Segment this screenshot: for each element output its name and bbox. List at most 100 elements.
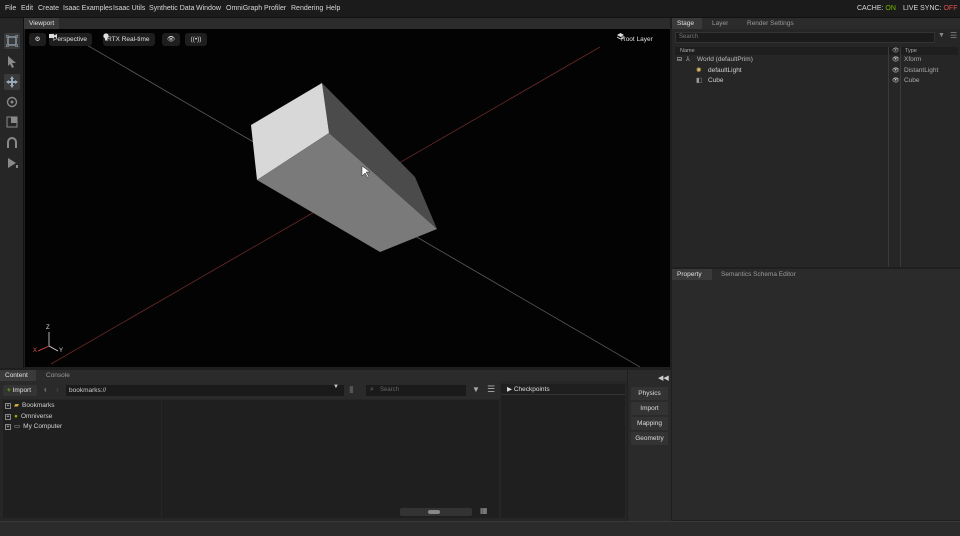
tab-content[interactable]: Content [0, 370, 36, 381]
viewport[interactable]: Z X Y ⚙ Perspective RTX Real-time 👁 ((•)… [25, 29, 670, 367]
plus-icon: + [7, 387, 11, 394]
camera-icon [49, 34, 57, 38]
collapse-icon[interactable]: ⊟ [677, 55, 682, 65]
stage-row-world[interactable]: ⊟ ⅄ World (defaultPrim) 👁 Xform [675, 55, 958, 65]
eye-icon: 👁 [166, 36, 176, 43]
menu-profiler[interactable]: Profiler [264, 5, 286, 12]
live-sync-status[interactable]: LIVE SYNC: OFF [903, 5, 957, 12]
bookmark-folder-icon: ▰ [14, 402, 19, 409]
filter-icon[interactable]: ▼ [472, 385, 480, 394]
menu-icon[interactable]: ☰ [950, 31, 957, 40]
menu-rendering[interactable]: Rendering [291, 5, 323, 12]
scale-icon[interactable] [4, 114, 20, 130]
collapse-panel-icon[interactable]: ◀◀ [658, 374, 669, 382]
live-sync-label: LIVE SYNC: [903, 5, 942, 12]
path-input[interactable]: bookmarks:// [66, 385, 344, 396]
renderer-button[interactable]: RTX Real-time [103, 33, 155, 46]
column-type[interactable]: Type [905, 47, 917, 55]
menu-synthetic-data[interactable]: Synthetic Data [149, 5, 195, 12]
prim-name: defaultLight [708, 67, 742, 74]
bookmark-icon[interactable]: ▮ [349, 384, 354, 395]
visibility-eye-icon[interactable]: 👁 [892, 66, 900, 76]
menu-file[interactable]: File [5, 5, 16, 12]
axis-z-label: Z [46, 325, 50, 331]
tab-stage[interactable]: Stage [672, 18, 702, 29]
camera-button[interactable]: Perspective [49, 33, 92, 46]
tab-viewport[interactable]: Viewport [24, 18, 60, 29]
prim-type: Cube [904, 77, 920, 84]
back-arrow-icon[interactable]: ‹ [44, 385, 47, 394]
tab-layer[interactable]: Layer [707, 18, 733, 29]
light-icon: ✺ [696, 67, 702, 74]
mapping-button[interactable]: Mapping [631, 417, 668, 430]
snap-icon[interactable] [4, 135, 20, 151]
menu-edit[interactable]: Edit [21, 5, 33, 12]
grid-icon[interactable]: ▦ [480, 506, 488, 515]
property-panel [672, 280, 960, 520]
tree-item-my-computer[interactable]: + ▭ My Computer [5, 422, 62, 432]
light-bulb-icon [103, 33, 109, 41]
slider-handle[interactable] [428, 510, 440, 514]
stage-column-header: Name 👁 Type [675, 47, 958, 55]
import-button[interactable]: + Import [3, 385, 37, 396]
geometry-button[interactable]: Geometry [631, 432, 668, 445]
menu-isaac-utils[interactable]: Isaac Utils [113, 5, 145, 12]
stage-tabbar: Stage Layer Render Settings [672, 18, 960, 29]
import-side-button[interactable]: Import [631, 402, 668, 415]
tool-strip [0, 18, 24, 368]
tree-item-omniverse[interactable]: + ● Omniverse [5, 412, 52, 422]
column-name[interactable]: Name [680, 47, 695, 55]
stage-row-cube[interactable]: ◧ Cube 👁 Cube [675, 76, 958, 86]
menu-help[interactable]: Help [326, 5, 340, 12]
broadcast-button[interactable]: ((•)) [185, 33, 207, 46]
monitor-icon: ▭ [14, 423, 21, 430]
menu-icon[interactable]: ☰ [487, 384, 495, 395]
menu-isaac-examples[interactable]: Isaac Examples [63, 5, 112, 12]
axis-y-label: Y [59, 348, 64, 354]
layers-icon [617, 33, 624, 40]
content-search-input[interactable]: Search [366, 385, 466, 396]
visibility-button[interactable]: 👁 [162, 33, 180, 46]
extension-buttons: ◀◀ Physics Import Mapping Geometry [628, 370, 671, 521]
globe-icon: ● [14, 413, 18, 420]
tab-semantics-schema-editor[interactable]: Semantics Schema Editor [716, 269, 801, 280]
tree-item-label: Bookmarks [22, 402, 55, 409]
menu-omnigraph[interactable]: OmniGraph [226, 5, 262, 12]
arrow-icon[interactable] [4, 54, 20, 70]
tree-item-label: My Computer [23, 423, 63, 430]
expand-icon[interactable]: + [5, 424, 11, 430]
stage-row-defaultlight[interactable]: ✺ defaultLight 👁 DistantLight [675, 66, 958, 76]
axis-gizmo [37, 332, 59, 352]
physics-button[interactable]: Physics [631, 387, 668, 400]
menu-window[interactable]: Window [196, 5, 221, 12]
root-layer-button[interactable]: Root Layer [617, 33, 658, 46]
menu-create[interactable]: Create [38, 5, 59, 12]
play-icon[interactable] [4, 155, 20, 171]
checkpoints-header[interactable]: ▶ Checkpoints [501, 384, 625, 395]
select-icon[interactable] [4, 33, 20, 49]
path-dropdown-icon[interactable]: ▼ [333, 384, 339, 390]
rotate-icon[interactable] [4, 94, 20, 110]
viewport-tabbar: Viewport [24, 18, 670, 29]
tab-render-settings[interactable]: Render Settings [742, 18, 799, 29]
move-icon[interactable] [4, 74, 20, 90]
thumbnail-size-slider[interactable] [400, 508, 472, 516]
tab-property[interactable]: Property [672, 269, 712, 280]
file-browser-area[interactable]: ▦ [162, 400, 499, 518]
expand-icon[interactable]: + [5, 414, 11, 420]
tab-console[interactable]: Console [41, 370, 75, 381]
stage-search-input[interactable]: Search [675, 32, 935, 43]
filter-icon[interactable]: ▼ [938, 32, 945, 39]
renderer-label: RTX Real-time [107, 36, 150, 43]
tree-item-bookmarks[interactable]: + ▰ Bookmarks [5, 401, 55, 411]
cache-label: CACHE: [857, 5, 884, 12]
visibility-eye-icon[interactable]: 👁 [892, 55, 900, 65]
expand-icon[interactable]: + [5, 403, 11, 409]
expand-arrow-icon: ▶ [507, 386, 512, 393]
forward-arrow-icon[interactable]: › [56, 385, 59, 394]
import-label: Import [12, 387, 32, 394]
viewport-settings-button[interactable]: ⚙ [29, 33, 46, 46]
visibility-eye-icon[interactable]: 👁 [892, 76, 900, 86]
status-bar [0, 521, 960, 536]
visibility-column-eye-icon: 👁 [892, 48, 900, 54]
